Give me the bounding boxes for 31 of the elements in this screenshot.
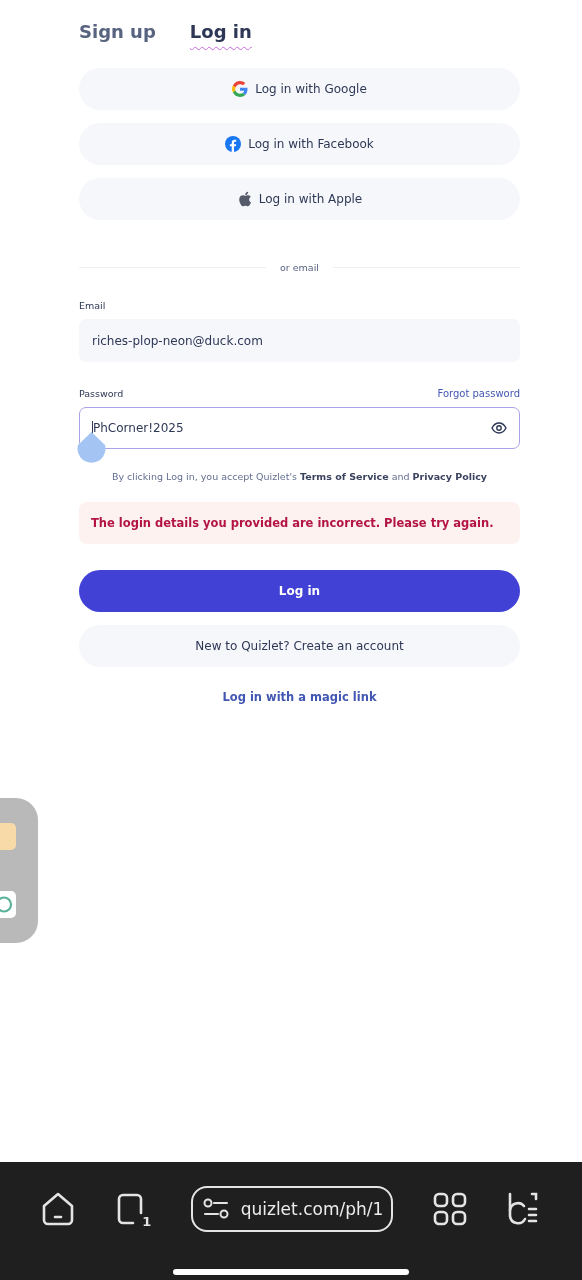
- magic-link[interactable]: Log in with a magic link: [222, 690, 377, 704]
- google-icon: [232, 81, 249, 97]
- edge-panel[interactable]: [0, 798, 38, 943]
- app-icon[interactable]: [0, 891, 16, 918]
- field-label: Email: [79, 300, 106, 311]
- divider-label: or email: [280, 261, 319, 273]
- password-field[interactable]: PhCorner!2025: [79, 407, 520, 449]
- app-icon[interactable]: [0, 823, 16, 850]
- create-account-button[interactable]: New to Quizlet? Create an account: [79, 625, 520, 667]
- forgot-password-link[interactable]: Forgot password: [437, 388, 520, 399]
- address-bar[interactable]: quizlet.com/ph/1: [190, 1186, 394, 1232]
- terms-text: By clicking Log in, you accept Quizlet's Terms of Service and Privacy Policy: [110, 471, 489, 482]
- field-label: Password: [79, 388, 124, 399]
- grid-icon[interactable]: [432, 1192, 467, 1226]
- apple-icon: [236, 191, 252, 207]
- google-login-button[interactable]: Log in with Google: [79, 68, 520, 110]
- facebook-icon: [225, 136, 242, 152]
- text-cursor-handle[interactable]: [75, 432, 108, 466]
- apple-login-button[interactable]: Log in with Apple: [79, 178, 520, 220]
- home-icon[interactable]: [40, 1191, 76, 1227]
- email-field[interactable]: riches-plop-neon@duck.com: [79, 319, 520, 362]
- error-message: The login details you provided are incorrect. Please try again.: [79, 502, 520, 544]
- terms-link[interactable]: Terms of Service: [300, 471, 389, 482]
- tab[interactable]: Log in: [189, 20, 252, 48]
- site-settings-icon: [202, 1198, 229, 1220]
- tabs-button[interactable]: 1: [115, 1191, 152, 1227]
- privacy-link[interactable]: Privacy Policy: [412, 471, 488, 482]
- login-button[interactable]: Log in: [79, 570, 520, 612]
- facebook-login-button[interactable]: Log in with Facebook: [79, 123, 520, 165]
- tab[interactable]: Sign up: [79, 20, 156, 48]
- eye-icon[interactable]: [491, 422, 507, 434]
